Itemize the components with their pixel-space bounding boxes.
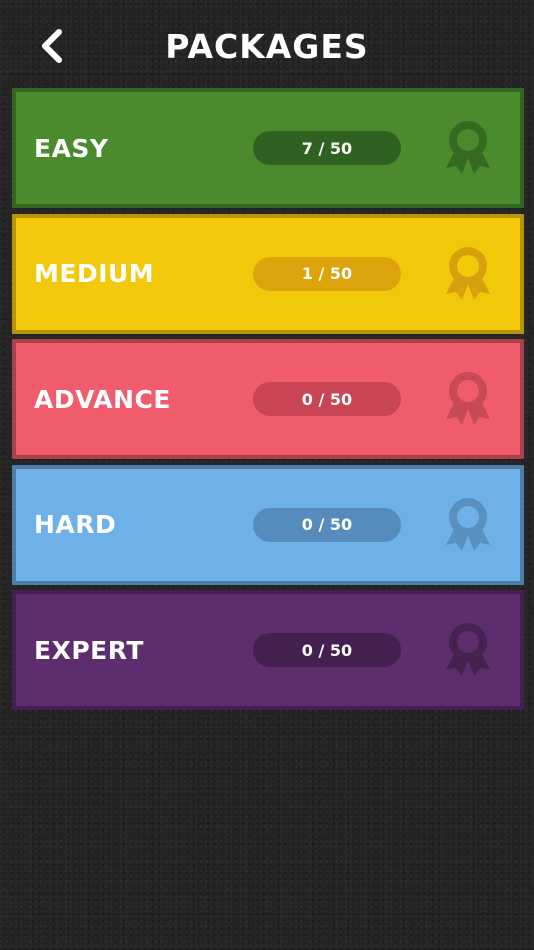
award-ribbon-icon [438,369,498,429]
package-label: ADVANCE [34,384,171,414]
award-ribbon-icon [438,620,498,680]
package-list: EASY 7 / 50 MEDIUM 1 / 50 ADVANCE 0 / 50… [12,88,524,716]
package-hard[interactable]: HARD 0 / 50 [12,464,524,585]
package-expert[interactable]: EXPERT 0 / 50 [12,590,524,711]
progress-badge: 7 / 50 [253,131,401,165]
package-medium[interactable]: MEDIUM 1 / 50 [12,213,524,334]
package-card: EASY 7 / 50 [16,92,520,204]
package-card: EXPERT 0 / 50 [16,594,520,707]
award-ribbon-icon [438,118,498,178]
package-card: HARD 0 / 50 [16,468,520,581]
progress-badge: 0 / 50 [253,382,401,417]
progress-badge: 0 / 50 [253,633,401,668]
package-card: ADVANCE 0 / 50 [16,343,520,456]
progress-badge: 1 / 50 [253,256,401,291]
package-advance[interactable]: ADVANCE 0 / 50 [12,339,524,460]
package-easy[interactable]: EASY 7 / 50 [12,88,524,208]
progress-badge: 0 / 50 [253,507,401,542]
package-label: HARD [34,510,117,540]
page-title: PACKAGES [165,27,369,66]
package-card: MEDIUM 1 / 50 [16,217,520,330]
award-ribbon-icon [438,244,498,304]
package-label: EXPERT [34,635,144,665]
package-label: EASY [34,133,109,163]
award-ribbon-icon [438,495,498,555]
package-label: MEDIUM [34,259,155,289]
header: PACKAGES [0,0,534,92]
